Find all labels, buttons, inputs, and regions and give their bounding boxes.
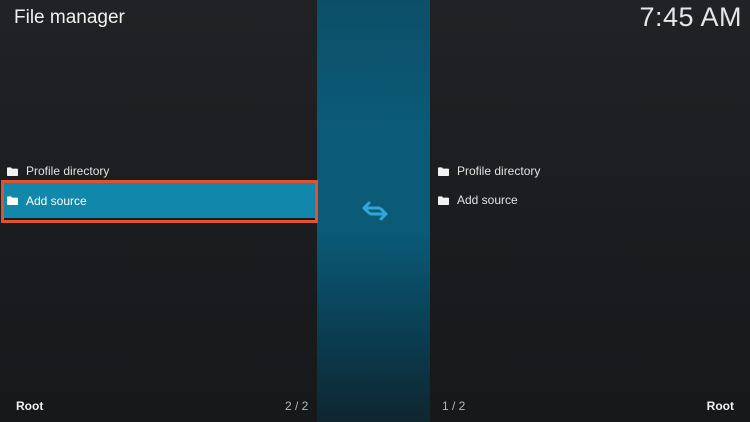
list-item-label: Add source (26, 193, 87, 208)
right-list-item-profile-directory[interactable]: Profile directory (438, 158, 748, 184)
folder-icon (438, 166, 449, 176)
page-title: File manager (14, 7, 125, 28)
swap-arrows-icon[interactable] (361, 200, 389, 222)
folder-icon (438, 195, 449, 205)
list-item-label: Profile directory (457, 164, 541, 178)
list-item-label: Profile directory (26, 164, 110, 178)
right-footer-path: Root (706, 399, 734, 413)
left-footer-path: Root (16, 399, 44, 413)
left-list-item-add-source[interactable]: Add source (2, 183, 315, 218)
right-footer-count: 1 / 2 (442, 399, 466, 413)
left-list-item-profile-directory[interactable]: Profile directory (0, 158, 317, 184)
clock: 7:45 AM (639, 2, 742, 32)
folder-icon (7, 166, 18, 176)
folder-icon (7, 196, 18, 205)
left-footer-count: 2 / 2 (285, 399, 309, 413)
list-item-label: Add source (457, 193, 518, 207)
right-list-item-add-source[interactable]: Add source (438, 187, 748, 213)
file-manager-screen: File manager 7:45 AM Profile directory A… (0, 0, 750, 422)
